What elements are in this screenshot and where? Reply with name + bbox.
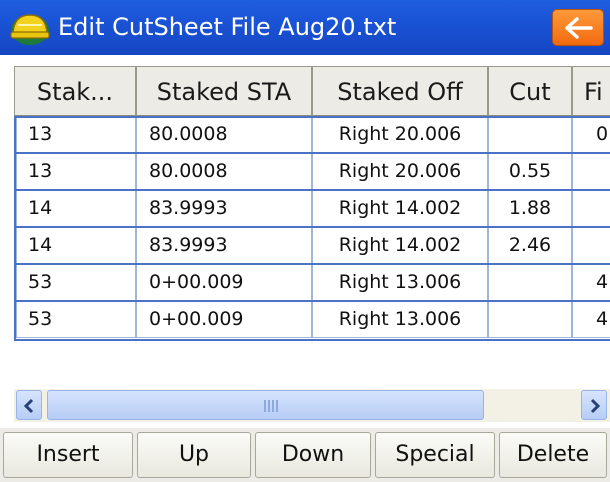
table-row[interactable]: 14 83.9993 Right 14.002 2.46 [14,227,610,264]
cell-staked: 13 [16,116,136,153]
cell-staked-off: Right 14.002 [312,190,488,227]
back-arrow-icon [565,17,593,39]
cell-staked-off: Right 14.002 [312,227,488,264]
cell-staked-sta: 80.0008 [136,153,312,190]
cell-fill: 4 [572,301,610,338]
row-divider [14,300,610,302]
row-divider [14,189,610,191]
cell-cut [488,116,572,153]
cell-staked-off: Right 20.006 [312,116,488,153]
row-divider [14,152,610,154]
column-header-cut[interactable]: Cut [488,66,572,116]
scroll-grip-icon [264,400,278,412]
scroll-thumb[interactable] [47,390,484,420]
cell-staked: 53 [16,301,136,338]
cell-staked: 14 [16,227,136,264]
table-row[interactable]: 13 80.0008 Right 20.006 0 [14,116,610,153]
window-title: Edit CutSheet File Aug20.txt [58,13,397,41]
scroll-right-button[interactable] [581,390,607,420]
down-button[interactable]: Down [255,432,371,478]
cell-cut: 1.88 [488,190,572,227]
horizontal-scrollbar[interactable] [14,389,610,422]
cell-cut [488,264,572,301]
cell-cut: 2.46 [488,227,572,264]
up-button[interactable]: Up [137,432,251,478]
column-header-fill[interactable]: Fi [572,66,610,116]
cell-fill [572,153,610,190]
scroll-left-button[interactable] [16,390,42,420]
bottom-toolbar: Insert Up Down Special Delete [0,428,610,482]
column-header-staked[interactable]: Stak... [14,66,136,116]
delete-button[interactable]: Delete [499,432,607,478]
cell-cut [488,301,572,338]
cell-staked-sta: 0+00.009 [136,301,312,338]
cell-staked-off: Right 13.006 [312,264,488,301]
chevron-right-icon [590,398,601,414]
table-row[interactable]: 14 83.9993 Right 14.002 1.88 [14,190,610,227]
cell-cut: 0.55 [488,153,572,190]
cell-staked-sta: 83.9993 [136,227,312,264]
table-header: Stak... Staked STA Staked Off Cut Fi [14,66,610,116]
cell-fill: 4 [572,264,610,301]
title-bar: Edit CutSheet File Aug20.txt [0,0,610,55]
cell-staked-sta: 0+00.009 [136,264,312,301]
row-divider [14,226,610,228]
cell-staked-off: Right 20.006 [312,153,488,190]
hardhat-icon [10,14,50,45]
cell-fill [572,190,610,227]
cell-staked: 13 [16,153,136,190]
cell-staked: 53 [16,264,136,301]
cell-fill [572,227,610,264]
column-header-staked-off[interactable]: Staked Off [312,66,488,116]
row-divider [14,263,610,265]
cell-staked: 14 [16,190,136,227]
chevron-left-icon [23,398,34,414]
table-row[interactable]: 53 0+00.009 Right 13.006 4 [14,301,610,338]
table-row[interactable]: 53 0+00.009 Right 13.006 4 [14,264,610,301]
table-row[interactable]: 13 80.0008 Right 20.006 0.55 [14,153,610,190]
cell-staked-sta: 80.0008 [136,116,312,153]
column-header-staked-sta[interactable]: Staked STA [136,66,312,116]
back-button[interactable] [552,9,604,46]
special-button[interactable]: Special [375,432,495,478]
cell-staked-sta: 83.9993 [136,190,312,227]
cell-fill: 0 [572,116,610,153]
cell-staked-off: Right 13.006 [312,301,488,338]
insert-button[interactable]: Insert [3,432,133,478]
cutsheet-table: Stak... Staked STA Staked Off Cut Fi 13 … [14,66,610,423]
